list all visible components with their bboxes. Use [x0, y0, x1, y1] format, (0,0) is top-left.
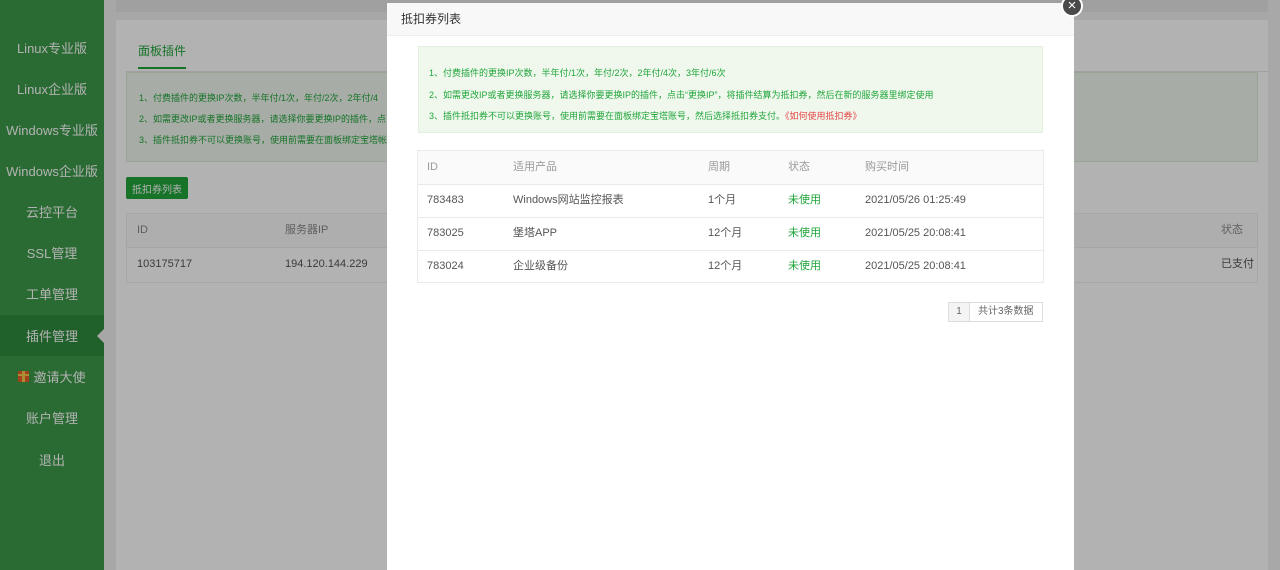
- modal-title: 抵扣券列表: [401, 12, 462, 26]
- column-header-purchase-time: 购买时间: [865, 161, 909, 173]
- column-header-status: 状态: [788, 161, 810, 173]
- cell-product: 堡塔APP: [513, 227, 558, 239]
- table-row: 783024 企业级备份 12个月 未使用 2021/05/25 20:08:4…: [418, 250, 1043, 283]
- notice-line: 2、如需更改IP或者更换服务器，请选择你要更换IP的插件，点击“更换IP”，将插…: [429, 90, 934, 100]
- table-row: 783025 堡塔APP 12个月 未使用 2021/05/25 20:08:4…: [418, 217, 1043, 251]
- cell-purchase-time: 2021/05/25 20:08:41: [865, 260, 966, 272]
- cell-product: 企业级备份: [513, 260, 568, 272]
- cell-id: 783483: [427, 194, 464, 206]
- table-header: ID 适用产品 周期 状态 购买时间: [418, 151, 1043, 185]
- modal-header: 抵扣券列表: [387, 3, 1074, 36]
- page-number-current[interactable]: 1: [948, 302, 970, 322]
- notice-line: 3、插件抵扣券不可以更换账号，使用前需要在面板绑定宝塔账号，然后选择抵扣券支付。…: [429, 109, 862, 122]
- modal-notice: 1、付费插件的更换IP次数，半年付/1次，年付/2次，2年付/4次，3年付/6次…: [418, 46, 1043, 133]
- cell-id: 783025: [427, 227, 464, 239]
- cell-purchase-time: 2021/05/25 20:08:41: [865, 227, 966, 239]
- column-header-product: 适用产品: [513, 161, 557, 173]
- column-header-id: ID: [427, 161, 438, 173]
- cell-period: 1个月: [708, 194, 737, 206]
- notice-text: 3、插件抵扣券不可以更换账号，使用前需要在面板绑定宝塔账号，然后选择抵扣券支付。: [429, 111, 786, 121]
- cell-status: 未使用: [788, 227, 821, 239]
- how-to-use-coupon-link[interactable]: 《如何使用抵扣券》: [785, 111, 862, 121]
- cell-status: 未使用: [788, 194, 821, 206]
- cell-status: 未使用: [788, 260, 821, 272]
- cell-product: Windows网站监控报表: [513, 194, 624, 206]
- coupon-table: ID 适用产品 周期 状态 购买时间 783483 Windows网站监控报表 …: [417, 150, 1044, 283]
- cell-purchase-time: 2021/05/26 01:25:49: [865, 194, 966, 206]
- column-header-period: 周期: [708, 161, 730, 173]
- notice-line: 1、付费插件的更换IP次数，半年付/1次，年付/2次，2年付/4次，3年付/6次: [429, 68, 726, 78]
- cell-period: 12个月: [708, 227, 743, 239]
- cell-period: 12个月: [708, 260, 743, 272]
- cell-id: 783024: [427, 260, 464, 272]
- coupon-list-modal: 抵扣券列表 1、付费插件的更换IP次数，半年付/1次，年付/2次，2年付/4次，…: [387, 3, 1074, 570]
- pagination-total: 共计3条数据: [970, 302, 1043, 322]
- table-row: 783483 Windows网站监控报表 1个月 未使用 2021/05/26 …: [418, 184, 1043, 218]
- pagination: 1 共计3条数据: [948, 302, 1043, 322]
